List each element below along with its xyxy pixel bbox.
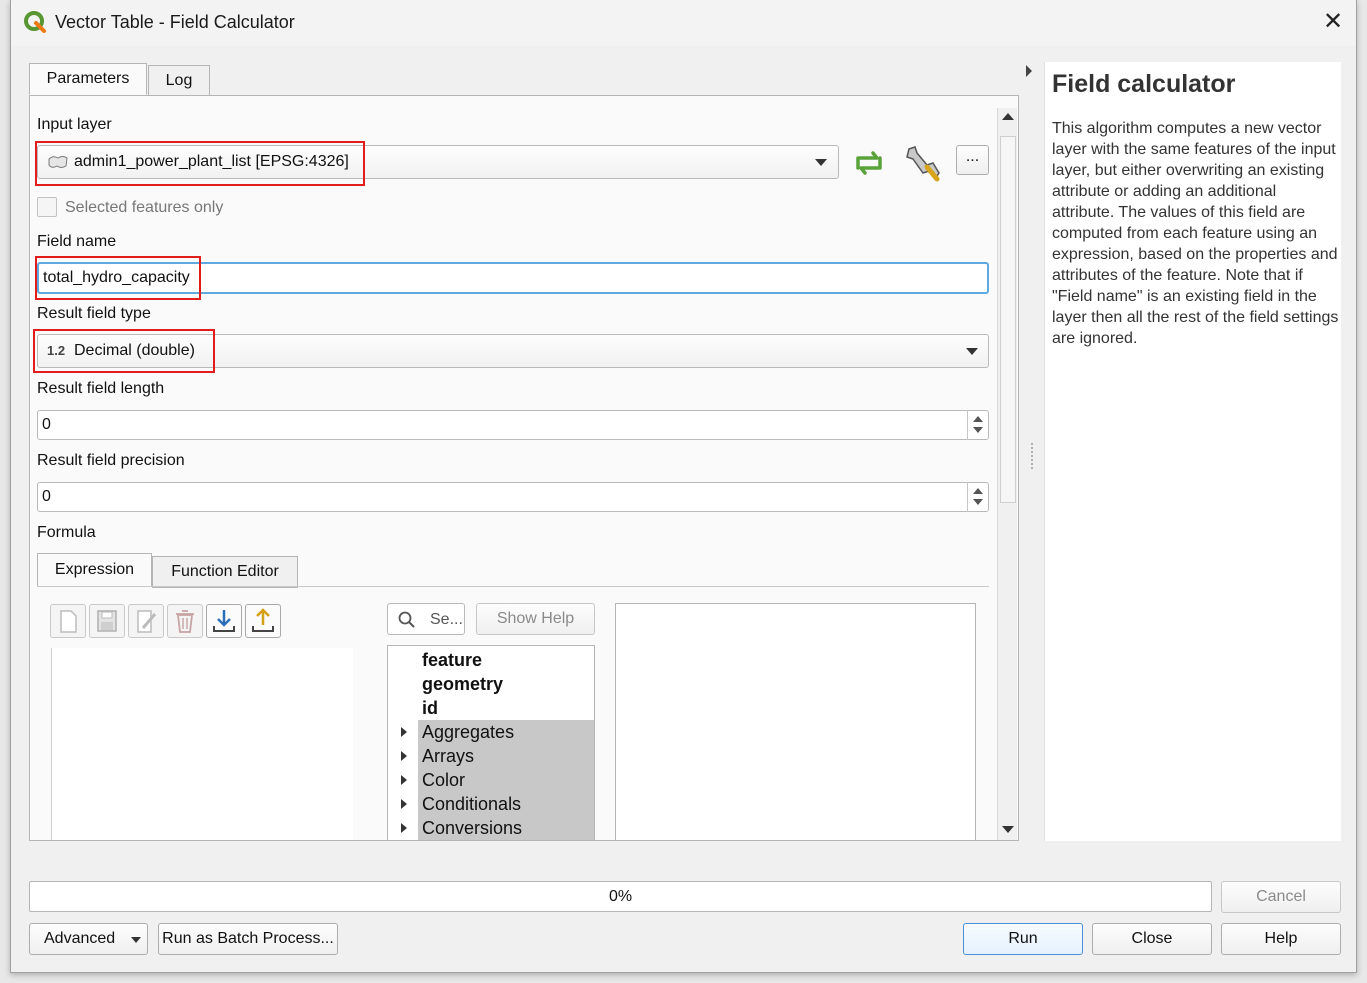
function-help-preview xyxy=(615,603,976,841)
batch-process-button[interactable]: Run as Batch Process... xyxy=(158,923,338,955)
field-length-value: 0 xyxy=(42,416,51,433)
dropdown-arrow-icon xyxy=(966,348,978,355)
parameters-scrollbar[interactable] xyxy=(997,108,1017,840)
input-layer-label: Input layer xyxy=(37,116,112,133)
export-button[interactable] xyxy=(245,604,281,638)
spin-down-icon[interactable] xyxy=(973,427,983,433)
highlight-result-type xyxy=(33,329,215,373)
collapse-help-icon[interactable] xyxy=(1026,65,1032,77)
field-precision-spinner[interactable] xyxy=(967,482,989,512)
spin-down-icon[interactable] xyxy=(973,499,983,505)
tab-expression[interactable]: Expression xyxy=(37,553,152,587)
field-name-label: Field name xyxy=(37,233,117,250)
expand-arrow-icon[interactable] xyxy=(401,799,407,809)
help-panel: Field calculator This algorithm computes… xyxy=(1044,62,1341,841)
dropdown-arrow-icon xyxy=(131,937,141,943)
import-button[interactable] xyxy=(206,604,242,638)
scroll-up-icon[interactable] xyxy=(1002,113,1014,120)
dropdown-arrow-icon xyxy=(815,159,827,166)
field-length-label: Result field length xyxy=(37,380,165,397)
selected-features-checkbox[interactable] xyxy=(37,197,57,217)
field-length-spinner[interactable] xyxy=(967,410,989,440)
selected-features-label: Selected features only xyxy=(65,199,224,216)
edit-icon xyxy=(137,610,157,633)
progress-label: 0% xyxy=(608,888,633,905)
tab-divider xyxy=(37,586,989,587)
help-title: Field calculator xyxy=(1052,70,1236,98)
edit-button[interactable] xyxy=(128,604,164,638)
close-button[interactable]: Close xyxy=(1092,923,1212,955)
tree-item[interactable]: Arrays xyxy=(422,744,474,768)
expand-arrow-icon[interactable] xyxy=(401,751,407,761)
tab-parameters[interactable]: Parameters xyxy=(29,63,147,95)
title-bar: Vector Table - Field Calculator ✕ xyxy=(11,0,1356,46)
upload-icon xyxy=(252,608,274,632)
more-options-button[interactable]: ... xyxy=(956,145,989,175)
show-help-button[interactable]: Show Help xyxy=(476,603,595,635)
function-tree[interactable]: feature geometry id Aggregates Arrays Color Co… xyxy=(387,645,595,841)
tree-item[interactable]: Conditionals xyxy=(422,792,521,816)
highlight-input-layer xyxy=(35,141,365,186)
advanced-button[interactable]: Advanced xyxy=(29,923,148,955)
tree-item[interactable]: feature xyxy=(422,648,482,672)
tree-item[interactable]: geometry xyxy=(422,672,503,696)
field-precision-input[interactable]: 0 xyxy=(37,482,989,512)
highlight-field-name xyxy=(35,256,201,300)
dialog-window: Vector Table - Field Calculator ✕ Parame… xyxy=(10,0,1357,973)
help-body: This algorithm computes a new vector lay… xyxy=(1052,120,1339,347)
download-icon xyxy=(213,610,235,632)
delete-button[interactable] xyxy=(167,604,203,638)
splitter-handle[interactable] xyxy=(1031,443,1033,469)
formula-label: Formula xyxy=(37,524,96,541)
field-precision-value: 0 xyxy=(42,488,51,505)
qgis-logo-icon xyxy=(24,11,46,33)
scroll-down-icon[interactable] xyxy=(1002,826,1014,833)
spin-up-icon[interactable] xyxy=(973,488,983,494)
expression-editor[interactable] xyxy=(51,648,353,840)
field-precision-label: Result field precision xyxy=(37,452,185,469)
expand-arrow-icon[interactable] xyxy=(401,775,407,785)
wrench-icon[interactable] xyxy=(903,145,943,183)
tab-log[interactable]: Log xyxy=(148,65,210,97)
save-icon xyxy=(97,610,117,632)
refresh-icon[interactable] xyxy=(851,146,887,180)
tab-function-editor[interactable]: Function Editor xyxy=(152,556,298,588)
expand-arrow-icon[interactable] xyxy=(401,823,407,833)
advanced-label: Advanced xyxy=(44,930,116,947)
tree-item[interactable]: Color xyxy=(422,768,465,792)
cancel-button[interactable]: Cancel xyxy=(1221,881,1341,913)
expand-arrow-icon[interactable] xyxy=(401,727,407,737)
run-button[interactable]: Run xyxy=(963,923,1083,955)
new-file-button[interactable] xyxy=(50,604,86,638)
search-icon xyxy=(398,611,415,628)
function-search-input[interactable]: Se... xyxy=(387,603,465,635)
tree-item[interactable]: Conversions xyxy=(422,816,522,840)
help-button[interactable]: Help xyxy=(1221,923,1341,955)
spin-up-icon[interactable] xyxy=(973,416,983,422)
close-window-button[interactable]: ✕ xyxy=(1319,8,1347,36)
search-placeholder: Se... xyxy=(430,611,463,628)
progress-bar: 0% xyxy=(29,881,1212,912)
trash-icon xyxy=(176,610,194,633)
result-type-label: Result field type xyxy=(37,305,151,322)
new-file-icon xyxy=(60,610,77,633)
save-button[interactable] xyxy=(89,604,125,638)
window-title: Vector Table - Field Calculator xyxy=(55,12,295,32)
scrollbar-thumb[interactable] xyxy=(1000,136,1016,503)
field-length-input[interactable]: 0 xyxy=(37,410,989,440)
tree-item[interactable]: id xyxy=(422,696,438,720)
tree-item[interactable]: Aggregates xyxy=(422,720,514,744)
